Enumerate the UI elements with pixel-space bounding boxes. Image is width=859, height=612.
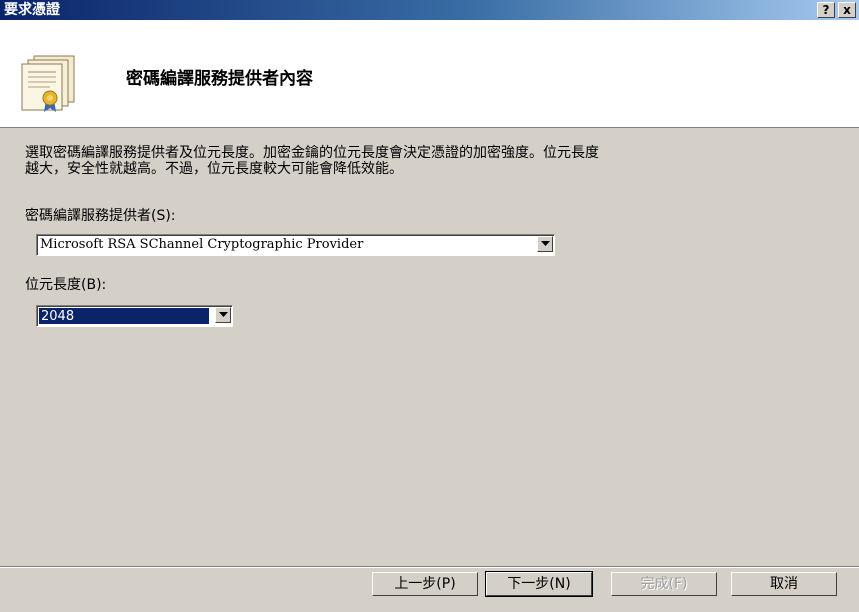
back-button[interactable]: 上一步(P)	[372, 572, 478, 596]
title-bar[interactable]: 要求憑證 ? x	[0, 0, 859, 20]
provider-dropdown-button[interactable]	[537, 236, 553, 252]
bit-length-dropdown[interactable]: 2048	[36, 305, 233, 327]
wizard-content: 選取密碼編譯服務提供者及位元長度。加密金鑰的位元長度會決定憑證的加密強度。位元長…	[0, 128, 859, 566]
help-button[interactable]: ?	[817, 2, 835, 18]
description-line-1: 選取密碼編譯服務提供者及位元長度。加密金鑰的位元長度會決定憑證的加密強度。位元長…	[25, 145, 599, 161]
chevron-down-icon	[541, 241, 550, 246]
provider-dropdown[interactable]: Microsoft RSA SChannel Cryptographic Pro…	[36, 234, 555, 256]
finish-button[interactable]: 完成(F)	[611, 572, 717, 596]
next-button[interactable]: 下一步(N)	[485, 571, 593, 597]
provider-label: 密碼編譯服務提供者(S):	[25, 208, 176, 224]
bit-length-dropdown-button[interactable]	[215, 307, 231, 323]
wizard-header: 密碼編譯服務提供者內容	[0, 20, 859, 128]
provider-value: Microsoft RSA SChannel Cryptographic Pro…	[40, 237, 364, 252]
bit-length-selection: 2048	[39, 308, 209, 324]
cancel-button[interactable]: 取消	[731, 572, 837, 596]
bit-length-value: 2048	[41, 309, 75, 324]
footer-divider	[0, 566, 859, 568]
certificate-icon	[21, 55, 75, 112]
close-button[interactable]: x	[838, 2, 856, 18]
bit-length-label: 位元長度(B):	[25, 277, 107, 293]
chevron-down-icon	[219, 312, 228, 317]
page-title: 密碼編譯服務提供者內容	[126, 69, 313, 89]
description-text: 選取密碼編譯服務提供者及位元長度。加密金鑰的位元長度會決定憑證的加密強度。位元長…	[25, 145, 815, 177]
window-title: 要求憑證	[4, 2, 60, 18]
description-line-2: 越大，安全性就越高。不過，位元長度較大可能會降低效能。	[25, 161, 403, 177]
